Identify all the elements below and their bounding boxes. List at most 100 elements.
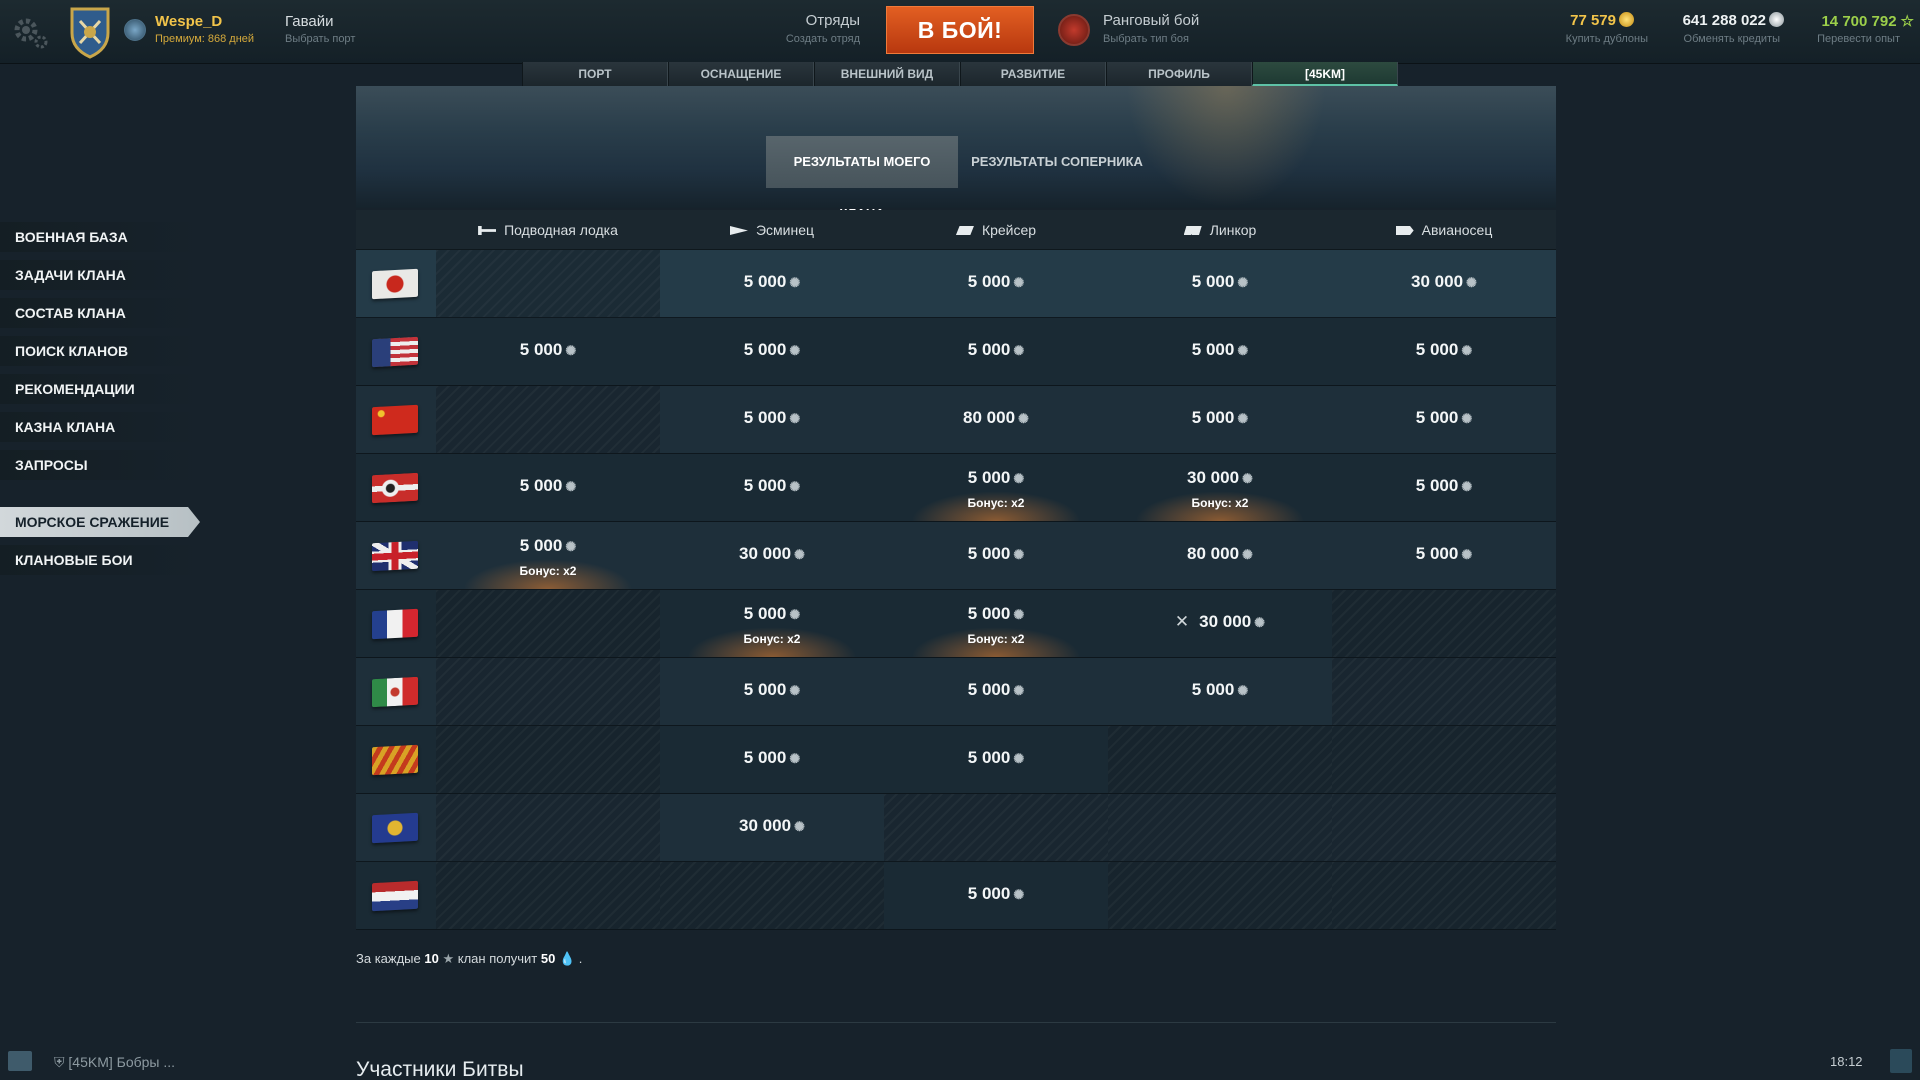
cell-cruiser[interactable]: 80 000 ✺	[884, 386, 1108, 453]
sidebar-item-clan-treasury[interactable]: КАЗНА КЛАНА	[0, 412, 200, 442]
cell-destroyer[interactable]: 5 000 ✺	[660, 454, 884, 521]
cell-carrier[interactable]: 5 000 ✺	[1332, 386, 1556, 453]
clan-emblem-icon[interactable]	[68, 5, 112, 59]
sidebar-item-clan-members[interactable]: СОСТАВ КЛАНА	[0, 298, 200, 328]
cell-submarine[interactable]: 5 000 ✺	[436, 318, 660, 385]
top-bar: Wespe_D Премиум: 868 дней Гавайи Выбрать…	[0, 0, 1920, 64]
sidebar-item-clan-battles[interactable]: КЛАНОВЫЕ БОИ	[0, 545, 200, 575]
value-text: 5 000	[967, 604, 1011, 623]
cell-destroyer[interactable]: 30 000 ✺	[660, 522, 884, 589]
tab-research[interactable]: РАЗВИТИЕ	[960, 62, 1106, 86]
cell-carrier[interactable]: 5 000 ✺	[1332, 522, 1556, 589]
table-row-germany: 5 000 ✺ 5 000 ✺ 5 000 ✺ Бонус: x2 30 000 ✺ Б…	[356, 454, 1556, 522]
cell-cruiser[interactable]: 5 000 ✺	[884, 250, 1108, 317]
cell-unavailable	[436, 386, 660, 453]
cell-battleship[interactable]: 5 000 ✺	[1108, 250, 1332, 317]
cell-submarine[interactable]: 5 000 ✺	[436, 454, 660, 521]
cell-carrier[interactable]: 5 000 ✺	[1332, 318, 1556, 385]
cell-cruiser[interactable]: 5 000 ✺ Бонус: x2	[884, 590, 1108, 657]
cell-unavailable	[1332, 726, 1556, 793]
cell-value: 80 000 ✺	[884, 408, 1108, 428]
chat-icon[interactable]	[8, 1051, 32, 1071]
cell-unavailable	[1108, 726, 1332, 793]
squad-button-label[interactable]: Отряды	[760, 12, 860, 29]
japan-flag-icon	[372, 268, 418, 300]
close-icon[interactable]: ✕	[1175, 612, 1189, 631]
tab-clan[interactable]: [45KM]	[1252, 62, 1398, 86]
cell-carrier[interactable]: 5 000 ✺	[1332, 454, 1556, 521]
sidebar-item-clan-search[interactable]: ПОИСК КЛАНОВ	[0, 336, 200, 366]
sidebar-item-naval-battle[interactable]: МОРСКОЕ СРАЖЕНИЕ	[0, 507, 200, 537]
clan-chat-channel[interactable]: ⛨ [45KM] Бобры ...	[54, 1054, 175, 1071]
cell-submarine[interactable]: 5 000 ✺ Бонус: x2	[436, 522, 660, 589]
cell-battleship[interactable]: 80 000 ✺	[1108, 522, 1332, 589]
battle-mode-hint[interactable]: Выбрать тип боя	[1103, 33, 1189, 45]
tab-port[interactable]: ПОРТ	[522, 62, 668, 86]
laurel-icon: ✺	[1242, 547, 1253, 562]
cell-value: 5 000 ✺	[884, 340, 1108, 360]
cell-battleship[interactable]: 5 000 ✺	[1108, 658, 1332, 725]
exchange-credits-link[interactable]: Обменять кредиты	[1660, 33, 1780, 45]
cell-destroyer[interactable]: 5 000 ✺	[660, 658, 884, 725]
credits-balance[interactable]: 641 288 022	[1660, 12, 1784, 29]
sidebar-item-recommendations[interactable]: РЕКОМЕНДАЦИИ	[0, 374, 200, 404]
cell-battleship[interactable]: 5 000 ✺	[1108, 318, 1332, 385]
cell-cruiser[interactable]: 5 000 ✺	[884, 318, 1108, 385]
cell-destroyer[interactable]: 5 000 ✺ Бонус: x2	[660, 590, 884, 657]
sidebar-item-requests[interactable]: ЗАПРОСЫ	[0, 450, 200, 480]
squad-button-hint[interactable]: Создать отряд	[760, 33, 860, 45]
doubloons-value: 77 579	[1570, 12, 1616, 29]
cell-unavailable	[436, 862, 660, 929]
cell-battleship[interactable]: ✕ 30 000 ✺	[1108, 590, 1332, 657]
nation-flag-cell	[356, 658, 436, 725]
laurel-icon: ✺	[1237, 683, 1249, 698]
buy-doubloons-link[interactable]: Купить дублоны	[1540, 33, 1648, 45]
doubloons-balance[interactable]: 77 579	[1540, 12, 1634, 29]
tab-appearance[interactable]: ВНЕШНИЙ ВИД	[814, 62, 960, 86]
cell-destroyer[interactable]: 5 000 ✺	[660, 318, 884, 385]
tab-profile[interactable]: ПРОФИЛЬ	[1106, 62, 1252, 86]
to-battle-button[interactable]: В БОЙ!	[886, 6, 1034, 54]
rival-results-tab[interactable]: РЕЗУЛЬТАТЫ СОПЕРНИКА	[962, 136, 1152, 188]
cell-value: 5 000 ✺	[1332, 544, 1556, 564]
value-text: 5 000	[967, 884, 1011, 903]
settings-gear-icon[interactable]	[10, 12, 50, 52]
cell-battleship[interactable]: 30 000 ✺ Бонус: x2	[1108, 454, 1332, 521]
nation-flag-cell	[356, 318, 436, 385]
cell-cruiser[interactable]: 5 000 ✺	[884, 522, 1108, 589]
convert-xp-link[interactable]: Перевести опыт	[1790, 33, 1900, 45]
cell-battleship[interactable]: 5 000 ✺	[1108, 386, 1332, 453]
note-oil-count: 50	[540, 951, 556, 966]
bonus-label: Бонус: x2	[519, 564, 577, 578]
cell-destroyer[interactable]: 5 000 ✺	[660, 250, 884, 317]
battle-mode-label[interactable]: Ранговый бой	[1103, 12, 1199, 29]
player-name[interactable]: Wespe_D	[155, 13, 222, 30]
cell-destroyer[interactable]: 5 000 ✺	[660, 726, 884, 793]
cell-cruiser[interactable]: 5 000 ✺	[884, 726, 1108, 793]
my-clan-results-tab[interactable]: РЕЗУЛЬТАТЫ МОЕГО КЛАНА	[766, 136, 958, 221]
port-selector-hint[interactable]: Выбрать порт	[285, 33, 355, 45]
cell-cruiser[interactable]: 5 000 ✺ Бонус: x2	[884, 454, 1108, 521]
cell-carrier[interactable]: 30 000 ✺	[1332, 250, 1556, 317]
notifications-bell-icon[interactable]	[1890, 1049, 1912, 1073]
laurel-icon: ✺	[1461, 479, 1473, 494]
ranked-battle-icon[interactable]	[1058, 14, 1090, 46]
sidebar-item-clan-tasks[interactable]: ЗАДАЧИ КЛАНА	[0, 260, 200, 290]
value-text: 5 000	[743, 604, 787, 623]
cell-destroyer[interactable]: 30 000 ✺	[660, 794, 884, 861]
free-xp-balance[interactable]: 14 700 792 ☆	[1790, 12, 1914, 30]
cell-value: 5 000 ✺	[660, 272, 884, 292]
port-selector-name[interactable]: Гавайи	[285, 13, 334, 30]
cell-cruiser[interactable]: 5 000 ✺	[884, 862, 1108, 929]
tab-equipment[interactable]: ОСНАЩЕНИЕ	[668, 62, 814, 86]
premium-status: Премиум: 868 дней	[155, 33, 255, 45]
cell-value: 5 000 ✺	[884, 272, 1108, 292]
cell-unavailable	[1108, 862, 1332, 929]
value-text: 5 000	[743, 408, 787, 427]
value-text: 5 000	[1191, 408, 1235, 427]
cell-value: 5 000 ✺	[1332, 476, 1556, 496]
cell-destroyer[interactable]: 5 000 ✺	[660, 386, 884, 453]
sidebar-item-military-base[interactable]: ВОЕННАЯ БАЗА	[0, 222, 200, 252]
cell-cruiser[interactable]: 5 000 ✺	[884, 658, 1108, 725]
